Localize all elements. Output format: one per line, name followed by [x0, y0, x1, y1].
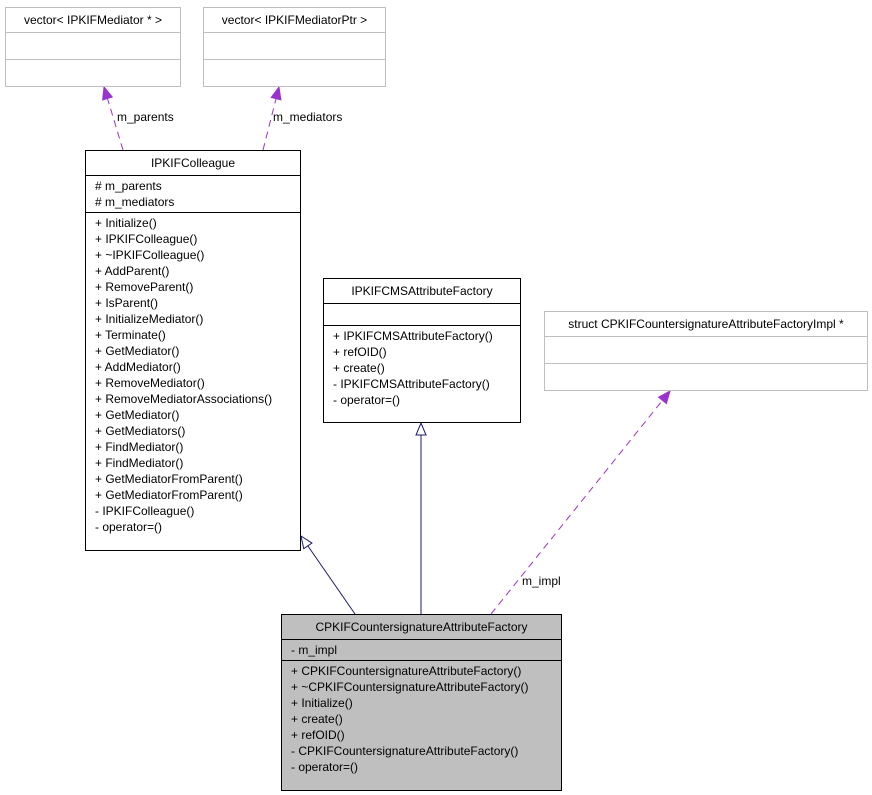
arrowhead-icon — [102, 85, 114, 101]
class-attributes: # m_parents # m_mediators — [86, 175, 300, 212]
class-attributes — [204, 32, 385, 59]
method: + ~IPKIFColleague() — [95, 248, 205, 262]
class-box-impl[interactable]: struct CPKIFCountersignatureAttributeFac… — [544, 311, 868, 391]
method: - operator=() — [333, 393, 401, 407]
class-attributes — [6, 32, 180, 59]
arrowhead-icon — [270, 85, 282, 101]
method: - operator=() — [95, 520, 163, 534]
attribute: # m_parents — [95, 179, 162, 193]
class-box-vec-mediator[interactable]: vector< IPKIFMediator * > — [5, 7, 181, 87]
class-methods — [204, 59, 385, 86]
method: + refOID() — [291, 728, 345, 742]
class-methods: + Initialize() + IPKIFColleague() + ~IPKIF… — [86, 212, 300, 537]
method: + RemoveParent() — [95, 280, 194, 294]
method: - IPKIFColleague() — [95, 504, 195, 518]
method: + create() — [333, 361, 385, 375]
method: + create() — [291, 712, 343, 726]
class-methods: + CPKIFCountersignatureAttributeFactory(… — [282, 660, 561, 777]
method: + GetMediatorFromParent() — [95, 472, 243, 486]
hollow-triangle-icon — [415, 421, 427, 436]
method: + RemoveMediatorAssociations() — [95, 392, 273, 406]
method: + FindMediator() — [95, 440, 184, 454]
class-attributes — [324, 303, 520, 325]
class-methods: + IPKIFCMSAttributeFactory() + refOID() + … — [324, 325, 520, 410]
class-title[interactable]: IPKIFCMSAttributeFactory — [324, 279, 520, 303]
method: + FindMediator() — [95, 456, 184, 470]
class-attributes: - m_impl — [282, 639, 561, 660]
method: + IsParent() — [95, 296, 159, 310]
inheritance-edge — [300, 535, 356, 615]
method: + Initialize() — [291, 696, 353, 710]
class-attributes — [545, 336, 867, 363]
method: + AddMediator() — [95, 360, 181, 374]
class-title[interactable]: vector< IPKIFMediator * > — [6, 8, 180, 32]
method: + GetMediator() — [95, 344, 180, 358]
method: + InitializeMediator() — [95, 312, 204, 326]
method: - IPKIFCMSAttributeFactory() — [333, 377, 490, 391]
edge-label: m_mediators — [273, 110, 343, 124]
hollow-triangle-icon — [300, 534, 313, 550]
method: - operator=() — [291, 760, 359, 774]
method: + Terminate() — [95, 328, 166, 342]
class-methods — [545, 363, 867, 390]
method: + GetMediatorFromParent() — [95, 488, 243, 502]
method: + CPKIFCountersignatureAttributeFactory(… — [291, 664, 522, 678]
method: + GetMediators() — [95, 424, 186, 438]
method: + GetMediator() — [95, 408, 180, 422]
class-box-colleague[interactable]: IPKIFColleague # m_parents # m_mediators + … — [85, 150, 301, 551]
method: + refOID() — [333, 345, 387, 359]
class-title[interactable]: vector< IPKIFMediatorPtr > — [204, 8, 385, 32]
class-box-vec-mediator-ptr[interactable]: vector< IPKIFMediatorPtr > — [203, 7, 386, 87]
class-box-cms-factory[interactable]: IPKIFCMSAttributeFactory + IPKIFCMSAttrib… — [323, 278, 521, 423]
class-methods — [6, 59, 180, 86]
edge-label: m_impl — [522, 574, 561, 588]
arrowhead-icon — [657, 389, 671, 405]
class-box-counter[interactable]: CPKIFCountersignatureAttributeFactory - m… — [281, 614, 562, 791]
method: + IPKIFCMSAttributeFactory() — [333, 329, 493, 343]
class-title[interactable]: struct CPKIFCountersignatureAttributeFac… — [545, 312, 867, 336]
class-title[interactable]: CPKIFCountersignatureAttributeFactory — [282, 615, 561, 639]
class-title[interactable]: IPKIFColleague — [86, 151, 300, 175]
edge-label: m_parents — [117, 110, 174, 124]
method: + ~CPKIFCountersignatureAttributeFactory… — [291, 680, 529, 694]
usage-edge — [490, 390, 671, 615]
attribute: - m_impl — [291, 643, 338, 657]
method: - CPKIFCountersignatureAttributeFactory(… — [291, 744, 519, 758]
method: + AddParent() — [95, 264, 170, 278]
method: + Initialize() — [95, 216, 157, 230]
method: + IPKIFColleague() — [95, 232, 198, 246]
attribute: # m_mediators — [95, 195, 175, 209]
method: + RemoveMediator() — [95, 376, 205, 390]
